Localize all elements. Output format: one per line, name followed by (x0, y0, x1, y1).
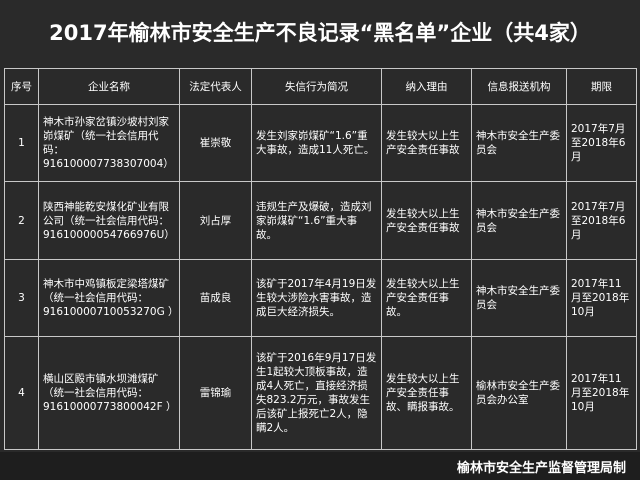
cell-agency: 神木市安全生产委员会 (471, 103, 567, 183)
cell-no: 2 (4, 181, 39, 260)
cell-agency: 神木市安全生产委员会 (471, 181, 567, 260)
table-row: 4 横山区殿市镇水坝滩煤矿（统一社会信用代码：91610000773800042… (4, 336, 637, 450)
footer-bar: 榆林市安全生产监督管理局制 (0, 452, 640, 480)
cell-reason: 发生较大以上生产安全责任事故。 (381, 258, 472, 338)
table-row: 1 神木市孙家岔镇沙坡村刘家峁煤矿（统一社会信用代码：9161000077383… (4, 103, 637, 183)
cell-agency: 榆林市安全生产委员会办公室 (471, 336, 567, 450)
header-reason: 纳入理由 (381, 68, 472, 105)
table-row: 2 陕西神能乾安煤化矿业有限公司（统一社会信用代码：91610000054766… (4, 181, 637, 260)
cell-rep: 雷锦瑜 (179, 336, 252, 450)
cell-no: 4 (4, 336, 39, 450)
cell-reason: 发生较大以上生产安全责任事故、瞒报事故。 (381, 336, 472, 450)
header-period: 期限 (566, 68, 637, 105)
blacklist-table: 序号 企业名称 法定代表人 失信行为简况 纳入理由 信息报送机构 期限 1 神木… (4, 68, 637, 450)
cell-period: 2017年11月至2018年10月 (566, 258, 637, 338)
table-row: 3 神木市中鸡镇板定梁塔煤矿（统一社会信用代码：9161000071005327… (4, 258, 637, 338)
cell-behavior: 该矿于2017年4月19日发生较大涉险水害事故，造成巨大经济损失。 (251, 258, 382, 338)
header-no: 序号 (4, 68, 39, 105)
cell-no: 3 (4, 258, 39, 338)
page-title: 2017年榆林市安全生产不良记录“黑名单”企业（共4家） (49, 21, 591, 45)
cell-rep: 刘占厚 (179, 181, 252, 260)
cell-behavior: 违规生产及爆破，造成刘家峁煤矿“1.6”重大事故。 (251, 181, 382, 260)
cell-company: 神木市孙家岔镇沙坡村刘家峁煤矿（统一社会信用代码：916100007738307… (38, 103, 180, 183)
cell-reason: 发生较大以上生产安全责任事故 (381, 103, 472, 183)
header-agency: 信息报送机构 (471, 68, 567, 105)
blacklist-table-container: 序号 企业名称 法定代表人 失信行为简况 纳入理由 信息报送机构 期限 1 神木… (4, 68, 637, 450)
cell-rep: 苗成良 (179, 258, 252, 338)
cell-behavior: 该矿于2016年9月17日发生1起较大顶板事故，造成4人死亡，直接经济损失823… (251, 336, 382, 450)
cell-period: 2017年7月至2018年6月 (566, 103, 637, 183)
cell-period: 2017年11月至2018年10月 (566, 336, 637, 450)
cell-reason: 发生较大以上生产安全责任事故 (381, 181, 472, 260)
header-behavior: 失信行为简况 (251, 68, 382, 105)
cell-company: 神木市中鸡镇板定梁塔煤矿（统一社会信用代码：91610000710053270G… (38, 258, 180, 338)
cell-company: 陕西神能乾安煤化矿业有限公司（统一社会信用代码：9161000005476697… (38, 181, 180, 260)
table-header-row: 序号 企业名称 法定代表人 失信行为简况 纳入理由 信息报送机构 期限 (4, 68, 637, 105)
cell-rep: 崔崇敬 (179, 103, 252, 183)
header-company: 企业名称 (38, 68, 180, 105)
cell-behavior: 发生刘家峁煤矿“1.6”重大事故，造成11人死亡。 (251, 103, 382, 183)
cell-period: 2017年7月至2018年6月 (566, 181, 637, 260)
footer-credit: 榆林市安全生产监督管理局制 (456, 461, 626, 476)
cell-agency: 神木市安全生产委员会 (471, 258, 567, 338)
header-rep: 法定代表人 (179, 68, 252, 105)
cell-company: 横山区殿市镇水坝滩煤矿（统一社会信用代码：91610000773800042F … (38, 336, 180, 450)
cell-no: 1 (4, 103, 39, 183)
